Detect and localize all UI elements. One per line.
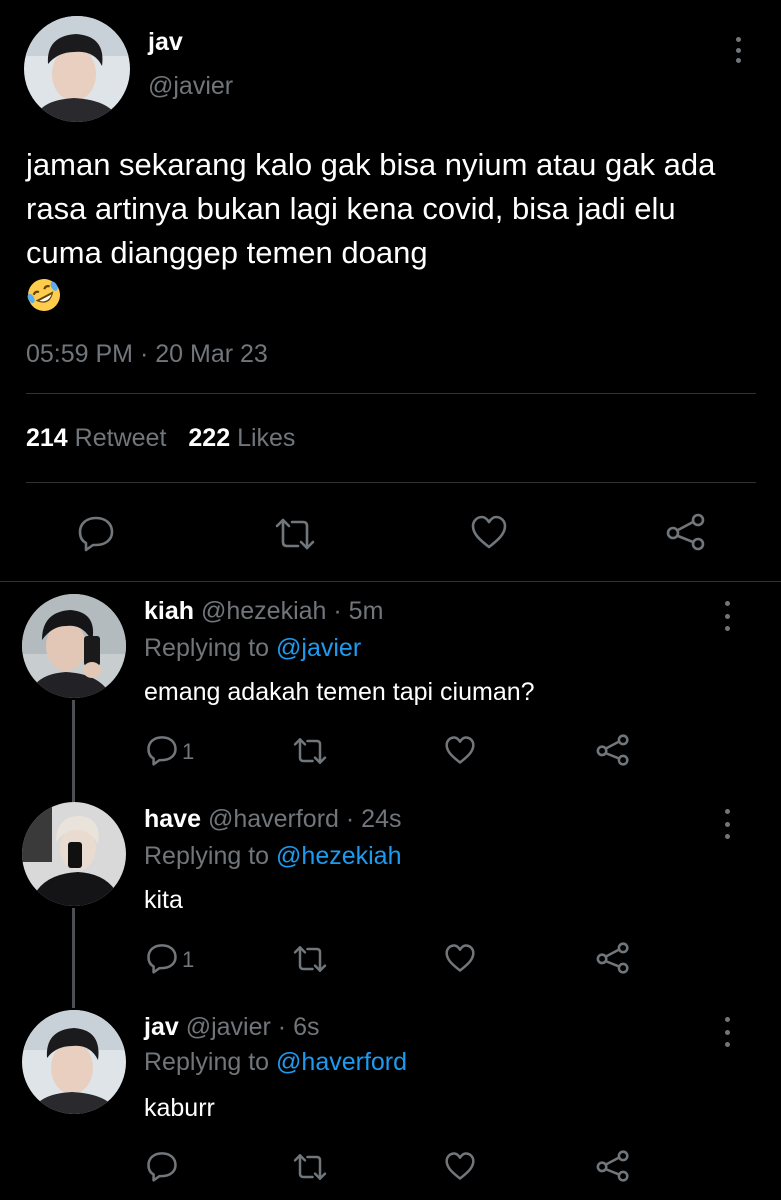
retweet-icon[interactable] <box>292 944 328 979</box>
more-options-icon[interactable] <box>722 809 732 839</box>
reply-age: · 6s <box>277 1013 320 1041</box>
replying-to: Replying to @haverford <box>144 1048 407 1077</box>
main-tweet: jav @javier jaman sekarang kalo gak bisa… <box>0 0 781 582</box>
share-icon[interactable] <box>666 513 706 556</box>
retweet-count: 214 <box>26 424 68 452</box>
share-icon[interactable] <box>596 734 630 771</box>
more-options-icon[interactable] <box>722 1017 732 1047</box>
author-handle[interactable]: @haverford <box>208 805 339 833</box>
reply-count: 1 <box>182 739 195 764</box>
reply-age: · 24s <box>345 805 402 833</box>
tweet-stats: 214 Retweet 222 Likes <box>26 424 295 453</box>
retweet-icon[interactable] <box>274 516 316 557</box>
mention-link[interactable]: @haverford <box>276 1048 407 1076</box>
share-icon[interactable] <box>596 942 630 979</box>
reply-age: · 5m <box>333 597 384 625</box>
reply-header: kiah @hezekiah · 5m <box>144 597 383 626</box>
timestamp-separator: · <box>133 340 156 368</box>
likes-label: Likes <box>237 424 296 452</box>
reply-tweet[interactable]: jav @javier · 6s Replying to @haverford … <box>0 998 781 1200</box>
reply-icon[interactable] <box>146 942 178 979</box>
likes-stat[interactable]: 222 Likes <box>188 424 295 452</box>
reply-text: kaburr <box>144 1094 215 1122</box>
more-options-icon[interactable] <box>733 37 743 63</box>
mention-link[interactable]: @javier <box>276 634 361 662</box>
retweet-icon[interactable] <box>292 736 328 771</box>
replying-label: Replying to <box>144 842 270 870</box>
tweet-text: jaman sekarang kalo gak bisa nyium atau … <box>26 143 746 319</box>
reply-tweet[interactable]: kiah @hezekiah · 5m Replying to @javier … <box>0 582 781 790</box>
reply-count: 1 <box>182 947 195 972</box>
more-options-icon[interactable] <box>722 601 732 631</box>
replying-to: Replying to @hezekiah <box>144 842 401 871</box>
author-name[interactable]: have <box>144 805 201 833</box>
likes-count: 222 <box>188 424 231 452</box>
author-handle[interactable]: @javier <box>148 72 233 101</box>
avatar[interactable] <box>22 594 126 698</box>
reply-icon[interactable] <box>146 734 178 771</box>
like-icon[interactable] <box>444 943 476 978</box>
author-name[interactable]: jav <box>148 28 183 57</box>
tweet-time: 05:59 PM <box>26 340 134 368</box>
tweet-detail-page: jav @javier jaman sekarang kalo gak bisa… <box>0 0 781 1200</box>
divider <box>26 393 756 394</box>
reply-text: emang adakah temen tapi ciuman? <box>144 678 535 706</box>
author-handle[interactable]: @hezekiah <box>201 597 326 625</box>
tweet-date: 20 Mar 23 <box>155 340 268 368</box>
replying-label: Replying to <box>144 1048 270 1076</box>
replying-label: Replying to <box>144 634 270 662</box>
share-icon[interactable] <box>596 1150 630 1187</box>
author-name[interactable]: kiah <box>144 597 194 625</box>
reply-icon[interactable] <box>77 514 115 557</box>
retweet-label: Retweet <box>74 424 167 452</box>
replying-to: Replying to @javier <box>144 634 361 663</box>
tweet-body: jaman sekarang kalo gak bisa nyium atau … <box>26 147 716 270</box>
reply-header: have @haverford · 24s <box>144 805 401 834</box>
author-name[interactable]: jav <box>144 1013 179 1041</box>
reply-icon[interactable] <box>146 1150 178 1187</box>
reply-tweet[interactable]: have @haverford · 24s Replying to @hezek… <box>0 790 781 998</box>
reply-text: kita <box>144 886 183 914</box>
tweet-timestamp[interactable]: 05:59 PM · 20 Mar 23 <box>26 340 268 369</box>
author-handle[interactable]: @javier <box>186 1013 271 1041</box>
reply-header: jav @javier · 6s <box>144 1013 319 1042</box>
avatar[interactable] <box>24 16 130 122</box>
like-icon[interactable] <box>444 1151 476 1186</box>
divider <box>26 482 756 483</box>
avatar[interactable] <box>22 1010 126 1114</box>
retweet-icon[interactable] <box>292 1152 328 1187</box>
rolling-on-floor-laughing-emoji <box>26 277 62 313</box>
mention-link[interactable]: @hezekiah <box>276 842 401 870</box>
like-icon[interactable] <box>444 735 476 770</box>
like-icon[interactable] <box>470 514 508 555</box>
retweet-stat[interactable]: 214 Retweet <box>26 424 166 452</box>
avatar[interactable] <box>22 802 126 906</box>
